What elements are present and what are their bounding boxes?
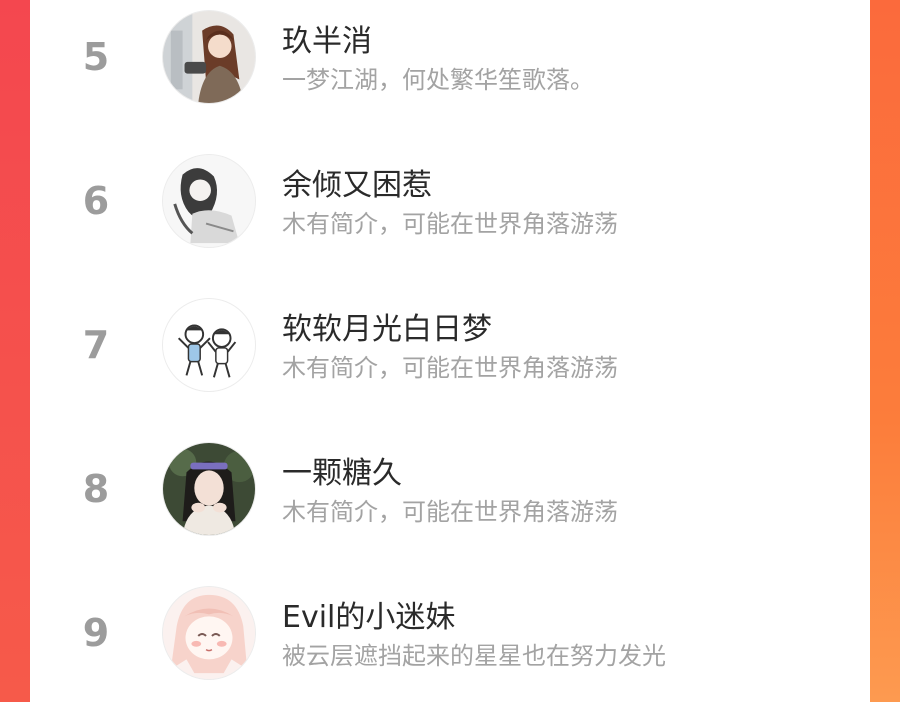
anime-girl-avatar-icon[interactable]: [162, 10, 256, 104]
user-bio: 被云层遮挡起来的星星也在努力发光: [282, 642, 666, 670]
user-bio: 一梦江湖，何处繁华笙歌落。: [282, 66, 594, 94]
pink-anime-avatar-icon[interactable]: [162, 586, 256, 680]
list-item[interactable]: 6 余倾又困惹 木有简介，可能在世界角落游荡: [30, 146, 870, 256]
list-item[interactable]: 5 玖半消 一梦江湖，何处繁华笙歌落。: [30, 2, 870, 112]
sketch-girl-avatar-icon[interactable]: [162, 154, 256, 248]
rank-number: 9: [82, 611, 110, 655]
user-bio: 木有简介，可能在世界角落游荡: [282, 210, 618, 238]
list-item[interactable]: 9 Evil的小迷妹 被云层遮挡起来的星星也在努力发光: [30, 578, 870, 688]
photo-girl-avatar-icon[interactable]: [162, 442, 256, 536]
left-border-decoration: [0, 0, 30, 702]
user-name[interactable]: 余倾又困惹: [282, 160, 432, 204]
rank-number: 6: [82, 179, 110, 223]
right-border-decoration: [870, 0, 900, 702]
rank-number: 7: [82, 323, 110, 367]
user-bio: 木有简介，可能在世界角落游荡: [282, 498, 618, 526]
user-bio: 木有简介，可能在世界角落游荡: [282, 354, 618, 382]
user-name[interactable]: 一颗糖久: [282, 448, 402, 492]
user-name[interactable]: 软软月光白日梦: [282, 304, 492, 348]
list-item[interactable]: 7 软软月光白日梦 木有简介，可能在世界角落游荡: [30, 290, 870, 400]
cartoon-kids-avatar-icon[interactable]: [162, 298, 256, 392]
rank-number: 5: [82, 35, 110, 79]
rank-number: 8: [82, 467, 110, 511]
ranking-list: 5 玖半消 一梦江湖，何处繁华笙歌落。 6 余倾又困惹 木有简介，可能在世界角落…: [30, 0, 870, 702]
user-name[interactable]: Evil的小迷妹: [282, 592, 455, 636]
user-name[interactable]: 玖半消: [282, 16, 372, 60]
list-item[interactable]: 8 一颗糖久 木有简介，可能在世界角落游荡: [30, 434, 870, 544]
